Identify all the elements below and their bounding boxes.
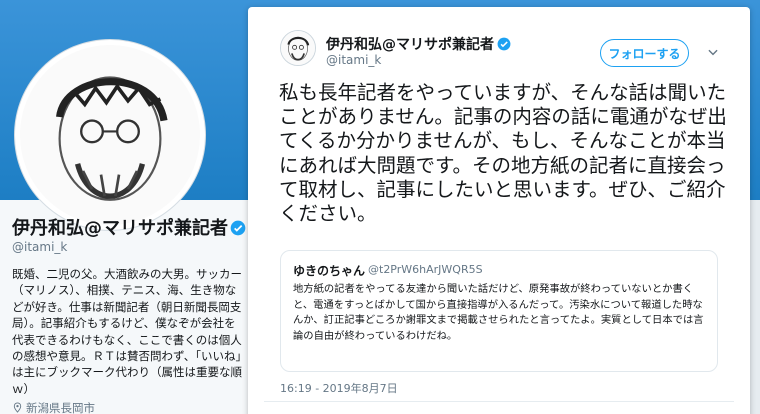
quoted-tweet-author-handle: @t2PrW6hArJWQR5S: [368, 263, 483, 276]
avatar-sketch-icon: [281, 31, 315, 65]
quoted-tweet-text: 地方紙の記者をやってる友達から聞いた話だけど、原発事故が終わっていないとか書くと…: [293, 283, 704, 342]
profile-bio: 既婚、二児の父。大酒飲みの大男。サッカー（マリノス）、相撲、テニス、海、生き物な…: [12, 267, 242, 396]
quoted-tweet[interactable]: ゆきのちゃん @t2PrW6hArJWQR5S 地方紙の記者をやってる友達から聞…: [280, 250, 718, 372]
verified-badge-icon: [497, 37, 511, 51]
location-pin-icon: [13, 402, 22, 413]
profile-location: 新潟県長岡市: [12, 400, 95, 414]
tweet-author-avatar[interactable]: [280, 30, 316, 66]
chevron-down-icon[interactable]: [706, 45, 720, 59]
tweet-timestamp[interactable]: 16:19 - 2019年8月7日: [280, 380, 398, 396]
tweet-author-handle[interactable]: @itami_k: [326, 53, 381, 67]
verified-badge-icon: [230, 220, 246, 236]
quoted-tweet-author-name: ゆきのちゃん: [293, 264, 366, 278]
tweet-modal: 伊丹和弘@マリサポ兼記者 @itami_k フォローする 私も長年記者をやってい…: [248, 7, 750, 414]
profile-name: 伊丹和弘@マリサポ兼記者: [12, 214, 246, 240]
tweet-author-name[interactable]: 伊丹和弘@マリサポ兼記者: [326, 34, 511, 54]
profile-handle: @itami_k: [12, 240, 68, 254]
follow-button[interactable]: フォローする: [600, 39, 689, 67]
tweet-author-name-text[interactable]: 伊丹和弘@マリサポ兼記者: [326, 37, 494, 53]
avatar-sketch-icon: [20, 45, 200, 225]
divider: [264, 401, 734, 402]
profile-name-text: 伊丹和弘@マリサポ兼記者: [12, 218, 228, 239]
profile-avatar[interactable]: [15, 40, 205, 230]
tweet-text: 私も長年記者をやっていますが、そんな話は聞いたことがありません。記事の内容の話に…: [279, 81, 727, 226]
profile-location-text: 新潟県長岡市: [26, 401, 95, 414]
